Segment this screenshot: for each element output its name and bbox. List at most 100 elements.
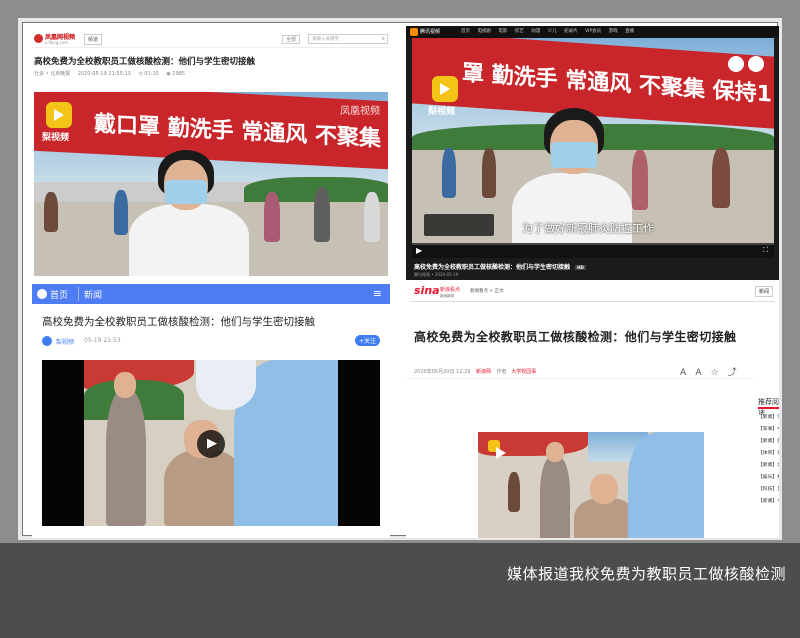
nav-item[interactable]: 首页 — [461, 29, 470, 34]
sina-logo-sub: 新浪新闻 — [440, 294, 454, 298]
sina-video-thumbnail[interactable] — [478, 432, 704, 538]
sina-source[interactable]: 新浪网 — [476, 369, 491, 375]
progress-bar[interactable] — [412, 243, 774, 245]
sidebar-item[interactable]: 【新闻】今年越 — [758, 496, 779, 508]
search-placeholder: 请输入关键字 — [312, 37, 339, 42]
mobile-article-title: 高校免费为全校教职员工做核酸检测：他们与学生密切接触 — [42, 316, 315, 328]
sina-toolbar: AA☆⤴ — [680, 365, 746, 378]
home-logo-icon — [37, 289, 47, 299]
font-smaller-icon[interactable]: A — [695, 368, 710, 378]
video-subtitle: 为了做好新冠肺炎防控工作 — [522, 222, 654, 235]
play-button[interactable]: ▶ — [197, 430, 225, 458]
post-date: 05-19 21:53 — [84, 337, 121, 344]
doctor-figure — [129, 204, 249, 276]
nav-divider — [78, 287, 79, 301]
sina-meta: 2020年05月20日 12:29 新浪网 作者 大学校园事 — [414, 368, 536, 375]
follow-button[interactable]: +关注 — [354, 335, 380, 346]
sina-logo-focus: 新浪看点 — [440, 287, 461, 293]
collage-frame: 凤凰网视频 v.ifeng.com 频道 全部 请输入关键字 ⌕ 高校免费为全校… — [18, 18, 782, 540]
article-meta: 社会 • 北京晚报 2020-05-19 21:55:13 ◷ 01:15 ◉ … — [34, 70, 185, 77]
mobile-video-player[interactable]: ▶ — [42, 360, 380, 526]
pear-logo-text: 梨视频 — [42, 133, 70, 143]
sina-logo: sina — [414, 284, 440, 297]
ifeng-logo-url: v.ifeng.com — [45, 40, 69, 45]
meta-views: 2985 — [172, 71, 186, 77]
ifeng-header: 凤凰网视频 v.ifeng.com 频道 全部 请输入关键字 ⌕ — [32, 30, 390, 48]
watermark: 凤凰视频 — [340, 106, 380, 117]
nav-home[interactable]: 首页 — [50, 288, 68, 301]
video-player[interactable]: 戴口罩 勤洗手 常通风 不聚集 保持1.5 梨视频 凤凰视频 — [34, 92, 388, 276]
caption: 媒体报道我校免费为教职员工做核酸检测 — [506, 565, 786, 583]
tencent-nav: 首页 电视剧 电影 综艺 动漫 少儿 纪录片 VIP会员 游戏 直播 — [461, 28, 640, 34]
menu-icon[interactable]: ≡ — [373, 287, 382, 300]
sina-article-title: 高校免费为全校教职员工做核酸检测：他们与学生密切接触 — [414, 330, 737, 344]
clock-icon: ◷ — [138, 71, 143, 77]
sidebar-item[interactable]: 【新闻】西南联 — [758, 436, 779, 448]
medic-in-ppe — [628, 432, 704, 538]
nav-item[interactable]: VIP会员 — [585, 29, 601, 34]
nav-item[interactable]: 电影 — [498, 29, 507, 34]
mobile-news-panel: 首页 新闻 ≡ 高校免费为全校教职员工做核酸检测：他们与学生密切接触 梨视频 0… — [32, 280, 390, 538]
nav-news[interactable]: 新闻 — [84, 288, 102, 301]
fullscreen-icon[interactable]: ⛶ — [763, 246, 768, 255]
mobile-nav-bar: 首页 新闻 ≡ — [32, 284, 390, 304]
sidebar-item[interactable]: 【体育】保利拉 — [758, 448, 779, 460]
tencent-logo: 腾讯视频 — [420, 29, 441, 35]
ifeng-panel: 凤凰网视频 v.ifeng.com 频道 全部 请输入关键字 ⌕ 高校免费为全校… — [32, 30, 390, 284]
tencent-header: 腾讯视频 首页 电视剧 电影 综艺 动漫 少儿 纪录片 VIP会员 游戏 直播 — [406, 26, 779, 38]
author-name[interactable]: 梨视频 — [56, 337, 74, 346]
tencent-title: 高校免费为全校教职员工做核酸检测：他们与学生密切接触 HD — [414, 262, 586, 271]
tencent-panel: 腾讯视频 首页 电视剧 电影 综艺 动漫 少儿 纪录片 VIP会员 游戏 直播 … — [406, 26, 779, 280]
share-icon[interactable]: ⤴ — [728, 368, 746, 378]
views-icon: ◉ — [166, 71, 171, 77]
tencent-title-text: 高校免费为全校教职员工做核酸检测：他们与学生密切接触 — [414, 264, 571, 271]
sidebar-item[interactable]: 【科技】互联网 — [758, 484, 779, 496]
meta-date: 2020-05-19 21:55:13 — [77, 71, 131, 77]
nav-item[interactable]: 电视剧 — [477, 29, 491, 34]
sidebar-title-underline — [758, 407, 779, 409]
sina-header: sina 新浪看点 新浪新闻 新闻看点 > 正文 新闻 — [410, 284, 775, 302]
region-select[interactable]: 全部 — [282, 35, 301, 44]
author-avatar[interactable] — [42, 336, 52, 346]
nav-item[interactable]: 少儿 — [548, 29, 557, 34]
nav-item[interactable]: 游戏 — [609, 29, 618, 34]
sidebar-item[interactable]: 【军事】中国战 — [758, 424, 779, 436]
sidebar-item[interactable]: 【新闻】北京市 — [758, 460, 779, 472]
meta-source: 社会 • 北京晚报 — [34, 71, 71, 77]
channel-button[interactable]: 频道 — [84, 34, 103, 45]
hd-badge: HD — [575, 265, 586, 270]
nav-item[interactable]: 纪录片 — [564, 29, 578, 34]
nav-item[interactable]: 直播 — [625, 29, 634, 34]
tencent-logo-icon — [410, 28, 418, 36]
pear-logo-icon — [488, 440, 506, 459]
sidebar-item[interactable]: 【娱乐】杨幂与 — [758, 472, 779, 484]
search-input[interactable]: 请输入关键字 ⌕ — [308, 34, 388, 44]
sina-breadcrumb[interactable]: 新闻看点 > 正文 — [470, 288, 504, 294]
nav-item[interactable]: 动漫 — [531, 29, 540, 34]
sina-news-button[interactable]: 新闻 — [754, 286, 773, 297]
tencent-video-player[interactable]: 罩 勤洗手 常通风 不聚集 保持1 梨视频 为了做好新冠肺炎防控工作 ▶ ⛶ — [412, 38, 774, 258]
caption-bar: 媒体报道我校免费为教职员工做核酸检测 — [0, 543, 800, 638]
star-icon[interactable]: ☆ — [711, 368, 728, 378]
sina-author-label: 作者 — [496, 369, 507, 375]
share-icon[interactable] — [728, 56, 744, 72]
font-larger-icon[interactable]: A — [680, 368, 695, 378]
sidebar-item[interactable]: 【新闻】浙江日报 — [758, 412, 779, 424]
sina-panel: sina 新浪看点 新浪新闻 新闻看点 > 正文 新闻 高校免费为全校教职员工做… — [406, 280, 779, 538]
nav-item[interactable]: 综艺 — [515, 29, 524, 34]
sina-author[interactable]: 大学校园事 — [511, 369, 536, 375]
divider — [406, 378, 754, 379]
sina-date: 2020年05月20日 12:29 — [414, 369, 471, 375]
pear-logo-icon — [46, 102, 72, 128]
pear-logo-icon — [432, 76, 458, 102]
play-icon: ▶ — [207, 436, 217, 451]
play-icon[interactable]: ▶ — [416, 246, 422, 255]
search-icon[interactable]: ⌕ — [382, 35, 385, 43]
ifeng-logo-icon — [34, 34, 43, 43]
meta-duration: 01:15 — [144, 71, 159, 77]
article-title: 高校免费为全校教职员工做核酸检测：他们与学生密切接触 — [34, 57, 256, 67]
ad-overlay[interactable] — [424, 214, 494, 236]
pear-logo-text: 梨视频 — [428, 107, 456, 117]
tencent-meta: 腾讯视频 • 2020-05-19 — [414, 272, 459, 277]
heart-icon[interactable] — [748, 56, 764, 72]
